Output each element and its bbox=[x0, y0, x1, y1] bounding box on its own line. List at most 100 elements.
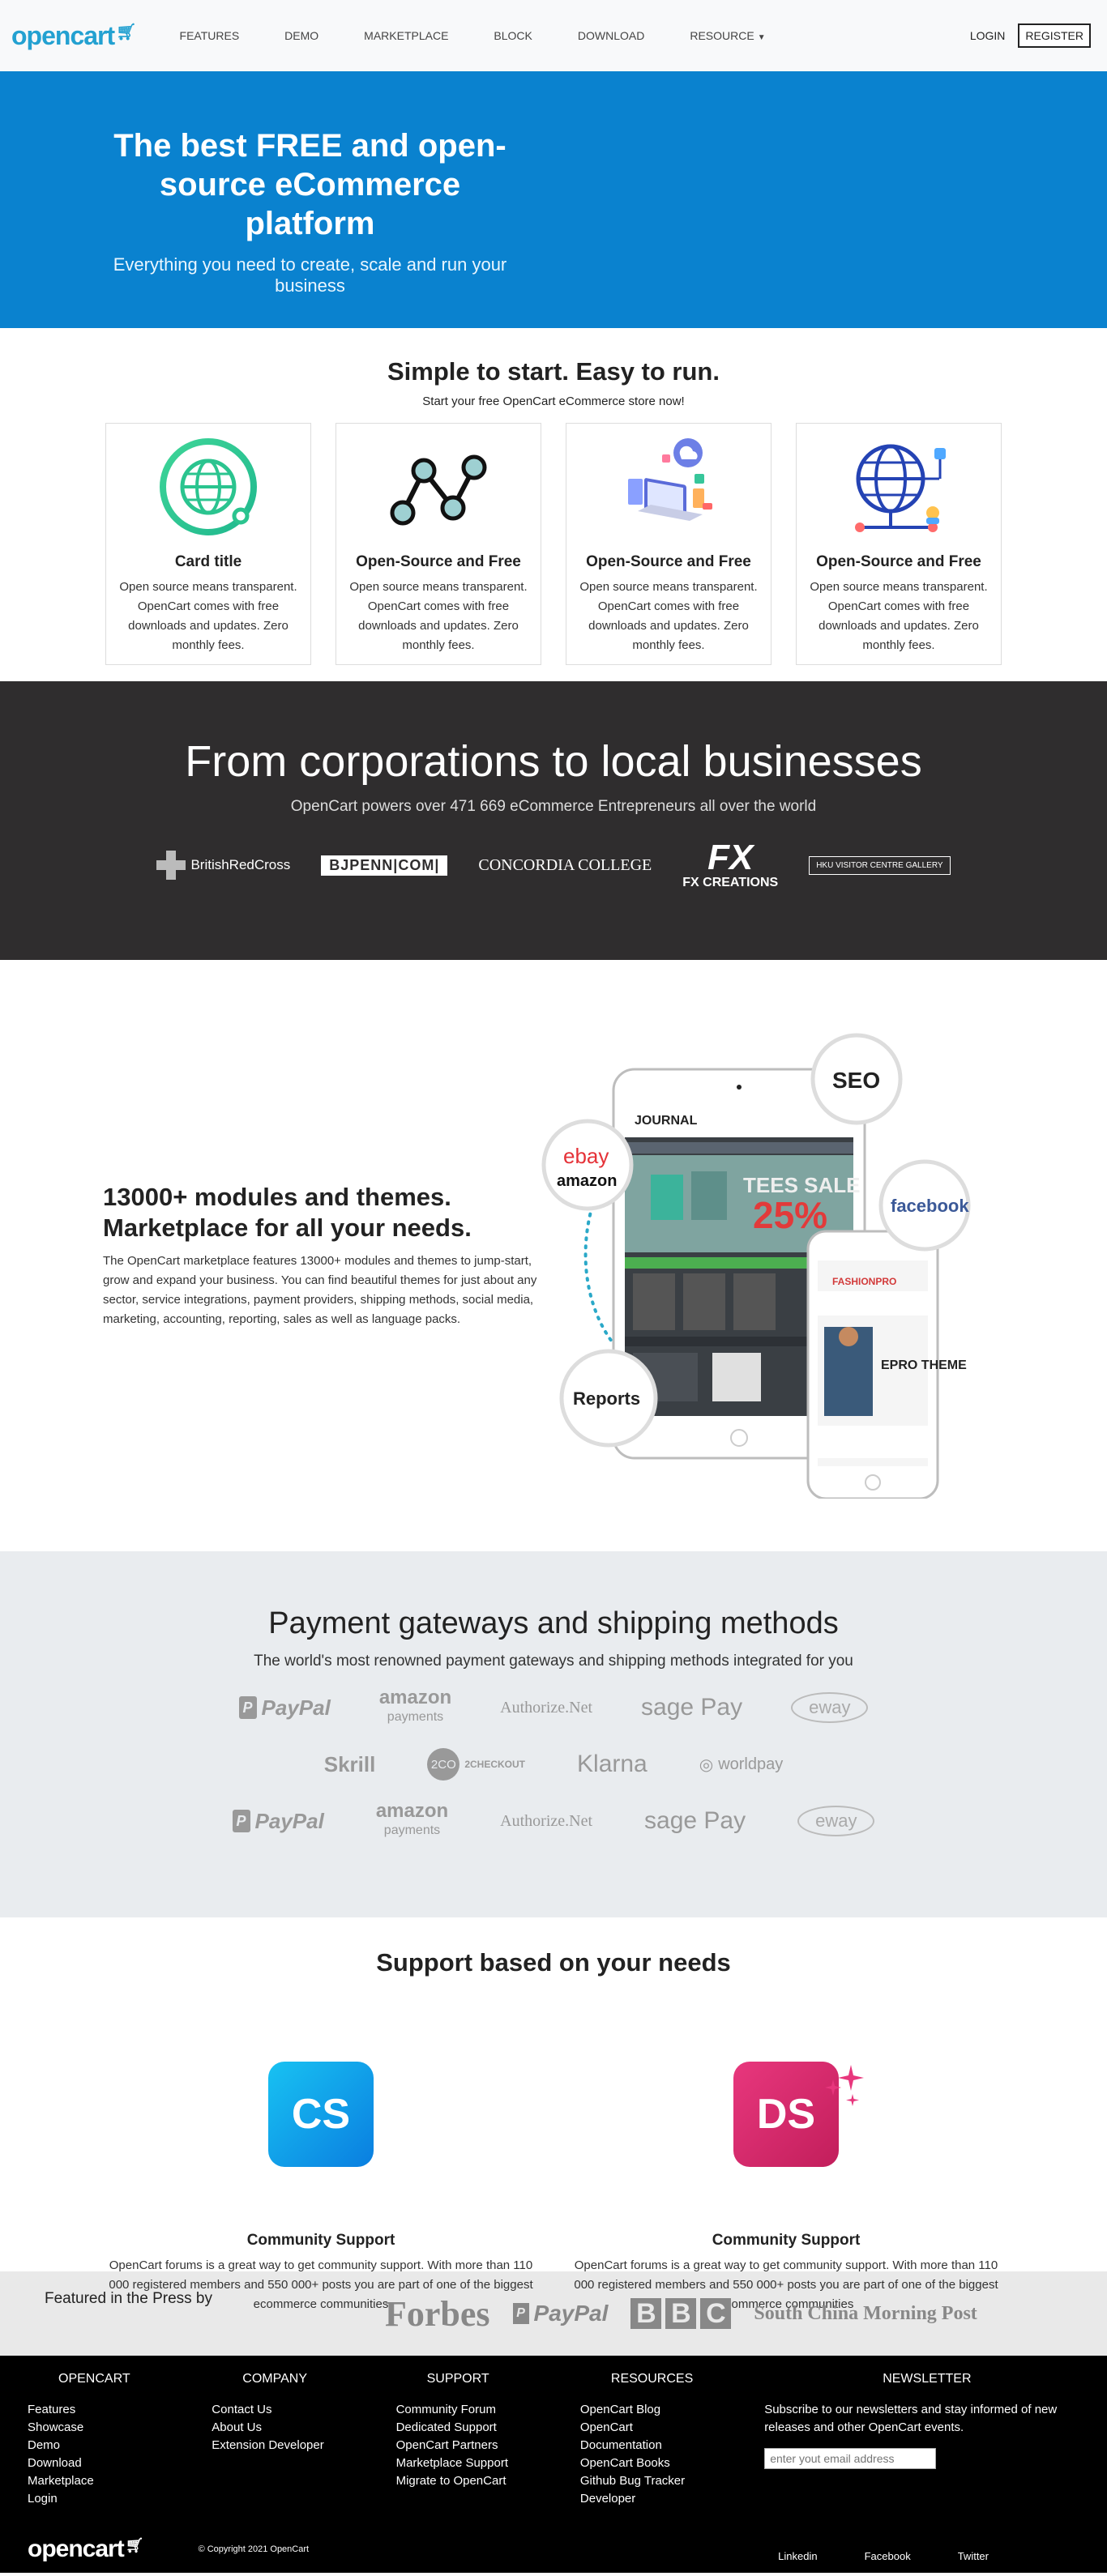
fx-creations-logo: FX FX CREATIONS bbox=[682, 840, 778, 890]
footer-link[interactable]: OpenCart bbox=[580, 2419, 764, 2437]
linkedin-link[interactable]: Linkedin bbox=[778, 2550, 817, 2562]
footer-link[interactable]: Developer bbox=[580, 2490, 764, 2508]
section-title: Simple to start. Easy to run. bbox=[387, 357, 720, 386]
card-title: Open-Source and Free bbox=[816, 553, 981, 570]
footer-link[interactable]: Migrate to OpenCart bbox=[396, 2472, 580, 2490]
nav-download[interactable]: DOWNLOAD bbox=[555, 29, 667, 42]
newsletter-email-input[interactable] bbox=[764, 2448, 937, 2469]
brand-label: FX CREATIONS bbox=[682, 876, 779, 889]
support-section: Support based on your needs CS Community… bbox=[0, 1917, 1107, 2311]
support-option: DS Community Support OpenCart forums is … bbox=[559, 2019, 1013, 2314]
newsletter-text: Subscribe to our newsletters and stay in… bbox=[764, 2403, 1058, 2434]
footer-link[interactable]: Extension Developer bbox=[212, 2437, 395, 2454]
feature-card: Open-Source and Free Open source means t… bbox=[566, 423, 771, 665]
footer-link[interactable]: Contact Us bbox=[212, 2401, 395, 2419]
footer-link[interactable]: OpenCart Partners bbox=[396, 2437, 580, 2454]
footer-link[interactable]: Github Bug Tracker bbox=[580, 2472, 764, 2490]
brand-label: BritishRedCross bbox=[190, 857, 291, 872]
sagepay-logo: sage Pay bbox=[641, 1694, 743, 1721]
footer-link[interactable]: Login bbox=[28, 2490, 212, 2508]
paypal-icon: P bbox=[232, 1810, 250, 1832]
features-section: Simple to start. Easy to run. Start your… bbox=[0, 328, 1107, 681]
bjpenn-logo: BJPENN|COM| bbox=[321, 855, 448, 876]
amazon-label: amazon bbox=[557, 1172, 617, 1190]
bbc-letter: B bbox=[665, 2298, 697, 2329]
marketplace-section: 13000+ modules and themes. Marketplace f… bbox=[0, 960, 1107, 1551]
amazon-payments-logo: amazon payments bbox=[376, 1802, 448, 1840]
section-title: From corporations to local businesses bbox=[185, 737, 922, 786]
payment-logos-row: Skrill 2CO 2CHECKOUT Klarna ◎ worldpay bbox=[0, 1748, 1107, 1781]
hero-title: The best FREE and open-source eCommerce … bbox=[113, 128, 506, 241]
payment-logos-row: P PayPal amazon payments Authorize.Net sag… bbox=[0, 1802, 1107, 1840]
globe-icon bbox=[160, 438, 257, 535]
devices-icon bbox=[628, 438, 712, 521]
nav-resource-dropdown[interactable]: RESOURCE ▼ bbox=[667, 29, 788, 42]
footer-link[interactable]: OpenCart Books bbox=[580, 2454, 764, 2472]
feature-card: Open-Source and Free Open source means t… bbox=[336, 423, 541, 665]
footer-link[interactable]: Marketplace Support bbox=[396, 2454, 580, 2472]
community-support-icon: CS bbox=[268, 2062, 374, 2167]
feature-card: Card title Open source means transparent… bbox=[105, 423, 311, 665]
seo-bubble: SEO bbox=[810, 1033, 903, 1125]
support-options: CS Community Support OpenCart forums is … bbox=[0, 2019, 1107, 2314]
nav-marketplace[interactable]: MARKETPLACE bbox=[341, 29, 471, 42]
bbc-letter: B bbox=[630, 2298, 662, 2329]
footer-link[interactable]: OpenCart Blog bbox=[580, 2401, 764, 2419]
top-navbar: opencart 🛒︎ FEATURES DEMO MARKETPLACE BL… bbox=[0, 0, 1107, 71]
support-title: Community Support bbox=[246, 2232, 395, 2249]
globe-icon: ◎ bbox=[699, 1755, 714, 1774]
paypal-icon: P bbox=[512, 2303, 529, 2324]
eway-logo: eway bbox=[791, 1692, 869, 1723]
feature-card: Open-Source and Free Open source means t… bbox=[796, 423, 1002, 665]
footer-link[interactable]: Community Forum bbox=[396, 2401, 580, 2419]
support-title: Community Support bbox=[712, 2232, 861, 2249]
footer-col-title: RESOURCES bbox=[610, 2372, 694, 2386]
auth-links: LOGIN REGISTER bbox=[970, 23, 1096, 48]
bbc-logo: BBC bbox=[630, 2298, 732, 2329]
nav-resource-label: RESOURCE bbox=[690, 29, 754, 42]
footer-link[interactable]: Features bbox=[28, 2401, 212, 2419]
register-button[interactable]: REGISTER bbox=[1018, 23, 1091, 48]
section-title: 13000+ modules and themes. Marketplace f… bbox=[103, 1183, 472, 1242]
logo-text: opencart bbox=[11, 20, 115, 50]
2co-icon: 2CO bbox=[427, 1748, 460, 1781]
footer-col-resources: RESOURCES OpenCart Blog OpenCart Documen… bbox=[580, 2372, 764, 2508]
login-link[interactable]: LOGIN bbox=[970, 29, 1006, 42]
sagepay-logo: sage Pay bbox=[644, 1807, 746, 1834]
card-title: Open-Source and Free bbox=[586, 553, 751, 570]
logo-label: amazon bbox=[375, 1800, 449, 1822]
logo-label: amazon bbox=[378, 1687, 452, 1708]
logo-text: opencart bbox=[28, 2535, 125, 2562]
authorize-net-logo: Authorize.Net bbox=[500, 1698, 593, 1717]
newsletter-title: NEWSLETTER bbox=[883, 2372, 972, 2386]
footer-link[interactable]: Demo bbox=[28, 2437, 212, 2454]
opencart-logo[interactable]: opencart 🛒︎ bbox=[11, 20, 137, 51]
footer-col-title: SUPPORT bbox=[426, 2372, 489, 2386]
logo-label: PayPal bbox=[254, 1808, 324, 1833]
footer-link[interactable]: Download bbox=[28, 2454, 212, 2472]
paypal-logo: P PayPal bbox=[232, 1808, 324, 1834]
section-text: The OpenCart marketplace features 13000+… bbox=[103, 1254, 537, 1326]
nav-demo[interactable]: DEMO bbox=[262, 29, 341, 42]
footer-link[interactable]: Marketplace bbox=[28, 2472, 212, 2490]
footer-link[interactable]: Showcase bbox=[28, 2419, 212, 2437]
footer-bottom-bar: opencart 🛒︎ © Copyright 2021 OpenCart Li… bbox=[28, 2535, 1079, 2563]
footer-link[interactable]: About Us bbox=[212, 2419, 395, 2437]
network-icon bbox=[390, 454, 487, 526]
main-menu: FEATURES DEMO MARKETPLACE BLOCK DOWNLOAD… bbox=[157, 29, 789, 42]
nav-block[interactable]: BLOCK bbox=[471, 29, 554, 42]
phone-theme: EPRO THEME bbox=[881, 1358, 967, 1372]
footer-link[interactable]: Dedicated Support bbox=[396, 2419, 580, 2437]
ebay-label: ebay bbox=[563, 1144, 609, 1168]
facebook-link[interactable]: Facebook bbox=[865, 2550, 911, 2562]
twitter-link[interactable]: Twitter bbox=[958, 2550, 989, 2562]
footer-columns: OPENCART Features Showcase Demo Download… bbox=[28, 2372, 1079, 2508]
fx-mark: FX bbox=[707, 838, 754, 877]
footer-link[interactable]: Documentation bbox=[580, 2437, 764, 2454]
cart-icon: 🛒︎ bbox=[116, 23, 136, 41]
card-text: Open source means transparent. OpenCart … bbox=[810, 580, 988, 652]
footer-logo[interactable]: opencart 🛒︎ bbox=[28, 2535, 144, 2563]
payment-section: Payment gateways and shipping methods Th… bbox=[0, 1551, 1107, 1917]
logo-sublabel: payments bbox=[383, 1823, 441, 1837]
nav-features[interactable]: FEATURES bbox=[157, 29, 263, 42]
